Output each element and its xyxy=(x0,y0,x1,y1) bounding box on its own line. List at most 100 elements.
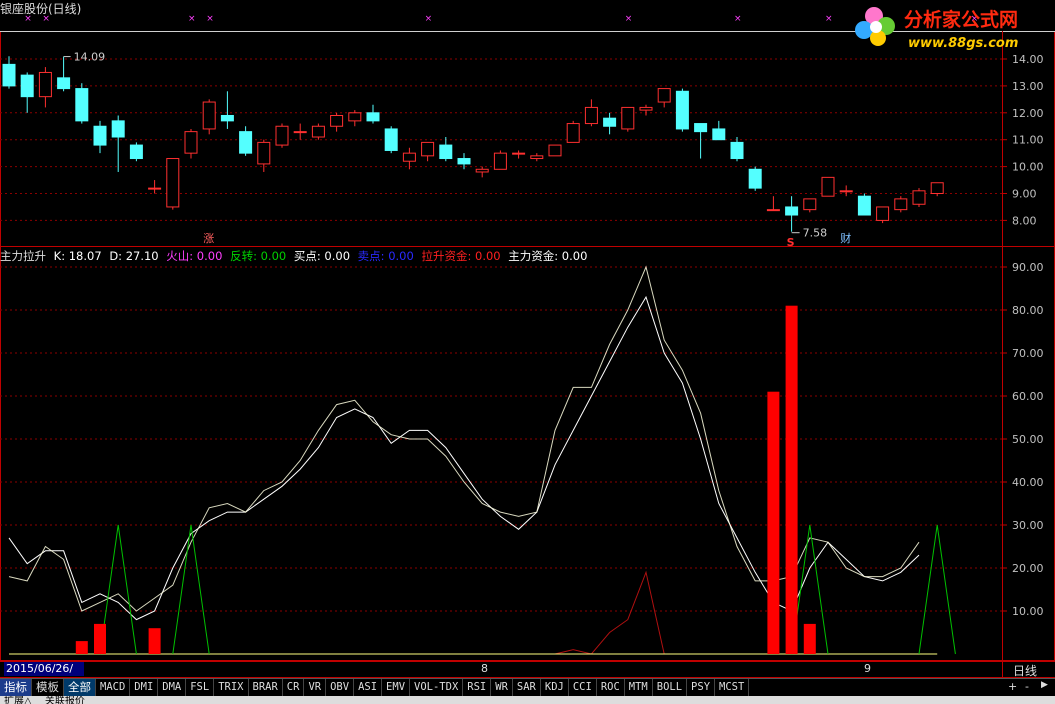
tab-dma[interactable]: DMA xyxy=(158,679,187,696)
scroll-right-icon[interactable]: ▶ xyxy=(1041,680,1048,690)
chart-title: 银座股份(日线) xyxy=(0,2,82,16)
event-tag-zhang: 涨 xyxy=(203,232,214,245)
candle-down xyxy=(457,158,471,165)
red-volume-bar xyxy=(75,641,88,654)
indicator-name[interactable]: 主力拉升 xyxy=(0,249,46,263)
candle-up xyxy=(202,101,216,130)
indicator-axis-label: 60.00 xyxy=(1012,390,1044,403)
candle-down xyxy=(675,90,689,130)
tab-asi[interactable]: ASI xyxy=(354,679,383,696)
tab-trix[interactable]: TRIX xyxy=(214,679,249,696)
candle-down xyxy=(93,125,107,146)
tab-boll[interactable]: BOLL xyxy=(653,679,688,696)
candle-up xyxy=(348,112,362,122)
indicator-axis-label: 20.00 xyxy=(1012,562,1044,575)
tab-macd[interactable]: MACD xyxy=(96,679,131,696)
tab-mtm[interactable]: MTM xyxy=(625,679,653,696)
red-volume-bar xyxy=(94,623,106,654)
price-axis-label: 10.00 xyxy=(1012,161,1044,174)
candle-down xyxy=(2,63,16,87)
indicator-lines xyxy=(8,265,956,655)
indicator-axis-label: 90.00 xyxy=(1012,261,1044,274)
axis-labels: 14.00 13.00 12.00 11.00 10.00 9.00 8.00 90.00 80… xyxy=(1002,53,1044,618)
tab-expand[interactable]: 扩展△ xyxy=(4,696,32,704)
tab-vol-tdx[interactable]: VOL-TDX xyxy=(410,679,464,696)
logo-text: 分析家公式网 xyxy=(904,8,1018,31)
candle-down xyxy=(785,206,799,216)
tab-cr[interactable]: CR xyxy=(283,679,305,696)
price-axis-label: 13.00 xyxy=(1012,80,1044,93)
indicator-axis-label: 80.00 xyxy=(1012,304,1044,317)
candle-up xyxy=(512,152,526,155)
tab-related-quotes[interactable]: 关联报价 xyxy=(45,696,85,704)
candle-up xyxy=(657,88,671,103)
tab-fsl[interactable]: FSL xyxy=(186,679,215,696)
candle-down xyxy=(366,112,380,122)
tab-全部[interactable]: 全部 xyxy=(64,679,96,696)
tab-roc[interactable]: ROC xyxy=(597,679,625,696)
candle-up xyxy=(639,106,653,111)
candle-down xyxy=(239,131,253,154)
tab-emv[interactable]: EMV xyxy=(382,679,411,696)
tab-dmi[interactable]: DMI xyxy=(130,679,159,696)
price-axis-label: 8.00 xyxy=(1012,214,1037,227)
tab-wr[interactable]: WR xyxy=(491,679,513,696)
candle-up xyxy=(257,141,271,165)
candle-down xyxy=(603,117,617,127)
stock-chart[interactable]: 14.00 13.00 12.00 11.00 10.00 9.00 8.00 90.00 80… xyxy=(0,0,1055,704)
green-signal-spike xyxy=(172,524,210,655)
tab-模板[interactable]: 模板 xyxy=(32,679,64,696)
indicator-tab-bar: 指标 模板 全部 MACD DMI DMA FSL TRIX BRAR CR VR OBV ASI EMV… xyxy=(0,678,1055,696)
period-label[interactable]: 日线 xyxy=(1013,662,1037,679)
tab-brar[interactable]: BRAR xyxy=(249,679,283,696)
tab-psy[interactable]: PSY xyxy=(687,679,716,696)
candle-up xyxy=(293,131,307,134)
top-markers: 14.097.58涨 S 财× × × × × × × × × xyxy=(24,14,978,249)
zhulizijin-value: 主力资金: 0.00 xyxy=(508,249,588,263)
candle-up xyxy=(166,158,180,208)
month-label-8: 8 xyxy=(481,662,488,675)
logo: 分析家公式网 www.88gs.com xyxy=(855,7,1018,51)
candle-down xyxy=(384,128,398,151)
zoom-out-button[interactable]: - xyxy=(1025,680,1029,693)
candle-up xyxy=(275,125,289,146)
d-value: D: 27.10 xyxy=(109,249,159,263)
candle-up xyxy=(894,198,908,211)
candle-down xyxy=(748,168,762,189)
maidian-value: 买点: 0.00 xyxy=(293,249,351,263)
indicator-panel-frame xyxy=(0,246,1055,661)
x-marker-icon: × xyxy=(734,14,742,24)
tab-obv[interactable]: OBV xyxy=(326,679,355,696)
candle-down xyxy=(712,128,726,141)
indicator-axis-label: 40.00 xyxy=(1012,476,1044,489)
tab-kdj[interactable]: KDJ xyxy=(541,679,569,696)
candle-up xyxy=(330,114,344,127)
x-marker-icon: × xyxy=(188,14,196,24)
tab-rsi[interactable]: RSI xyxy=(463,679,492,696)
x-marker-icon: × xyxy=(425,14,433,24)
tab-cci[interactable]: CCI xyxy=(569,679,597,696)
candle-down xyxy=(730,141,744,160)
candle-down xyxy=(129,144,143,160)
zoom-in-button[interactable]: + xyxy=(1008,680,1017,693)
price-axis-label: 12.00 xyxy=(1012,107,1044,120)
fanzhuan-value: 反转: 0.00 xyxy=(230,249,287,263)
tab-指标[interactable]: 指标 xyxy=(0,679,32,696)
red-volume-bar xyxy=(803,623,816,654)
maichu-value: 卖点: 0.00 xyxy=(357,249,414,263)
candlesticks xyxy=(2,56,944,232)
candle-up xyxy=(493,152,507,170)
indicator-axis-label: 10.00 xyxy=(1012,605,1044,618)
tab-mcst[interactable]: MCST xyxy=(715,679,750,696)
red-volume-bar xyxy=(767,391,780,654)
k-line xyxy=(8,295,920,621)
low-price-label: 7.58 xyxy=(803,227,828,240)
indicator-axis-label: 70.00 xyxy=(1012,347,1044,360)
candle-up xyxy=(38,71,52,98)
tab-vr[interactable]: VR xyxy=(304,679,327,696)
huoshan-value: 火山: 0.00 xyxy=(166,249,223,263)
k-value: K: 18.07 xyxy=(53,249,102,263)
candle-up xyxy=(584,106,598,125)
grid-lines xyxy=(0,58,1002,612)
tab-sar[interactable]: SAR xyxy=(513,679,541,696)
